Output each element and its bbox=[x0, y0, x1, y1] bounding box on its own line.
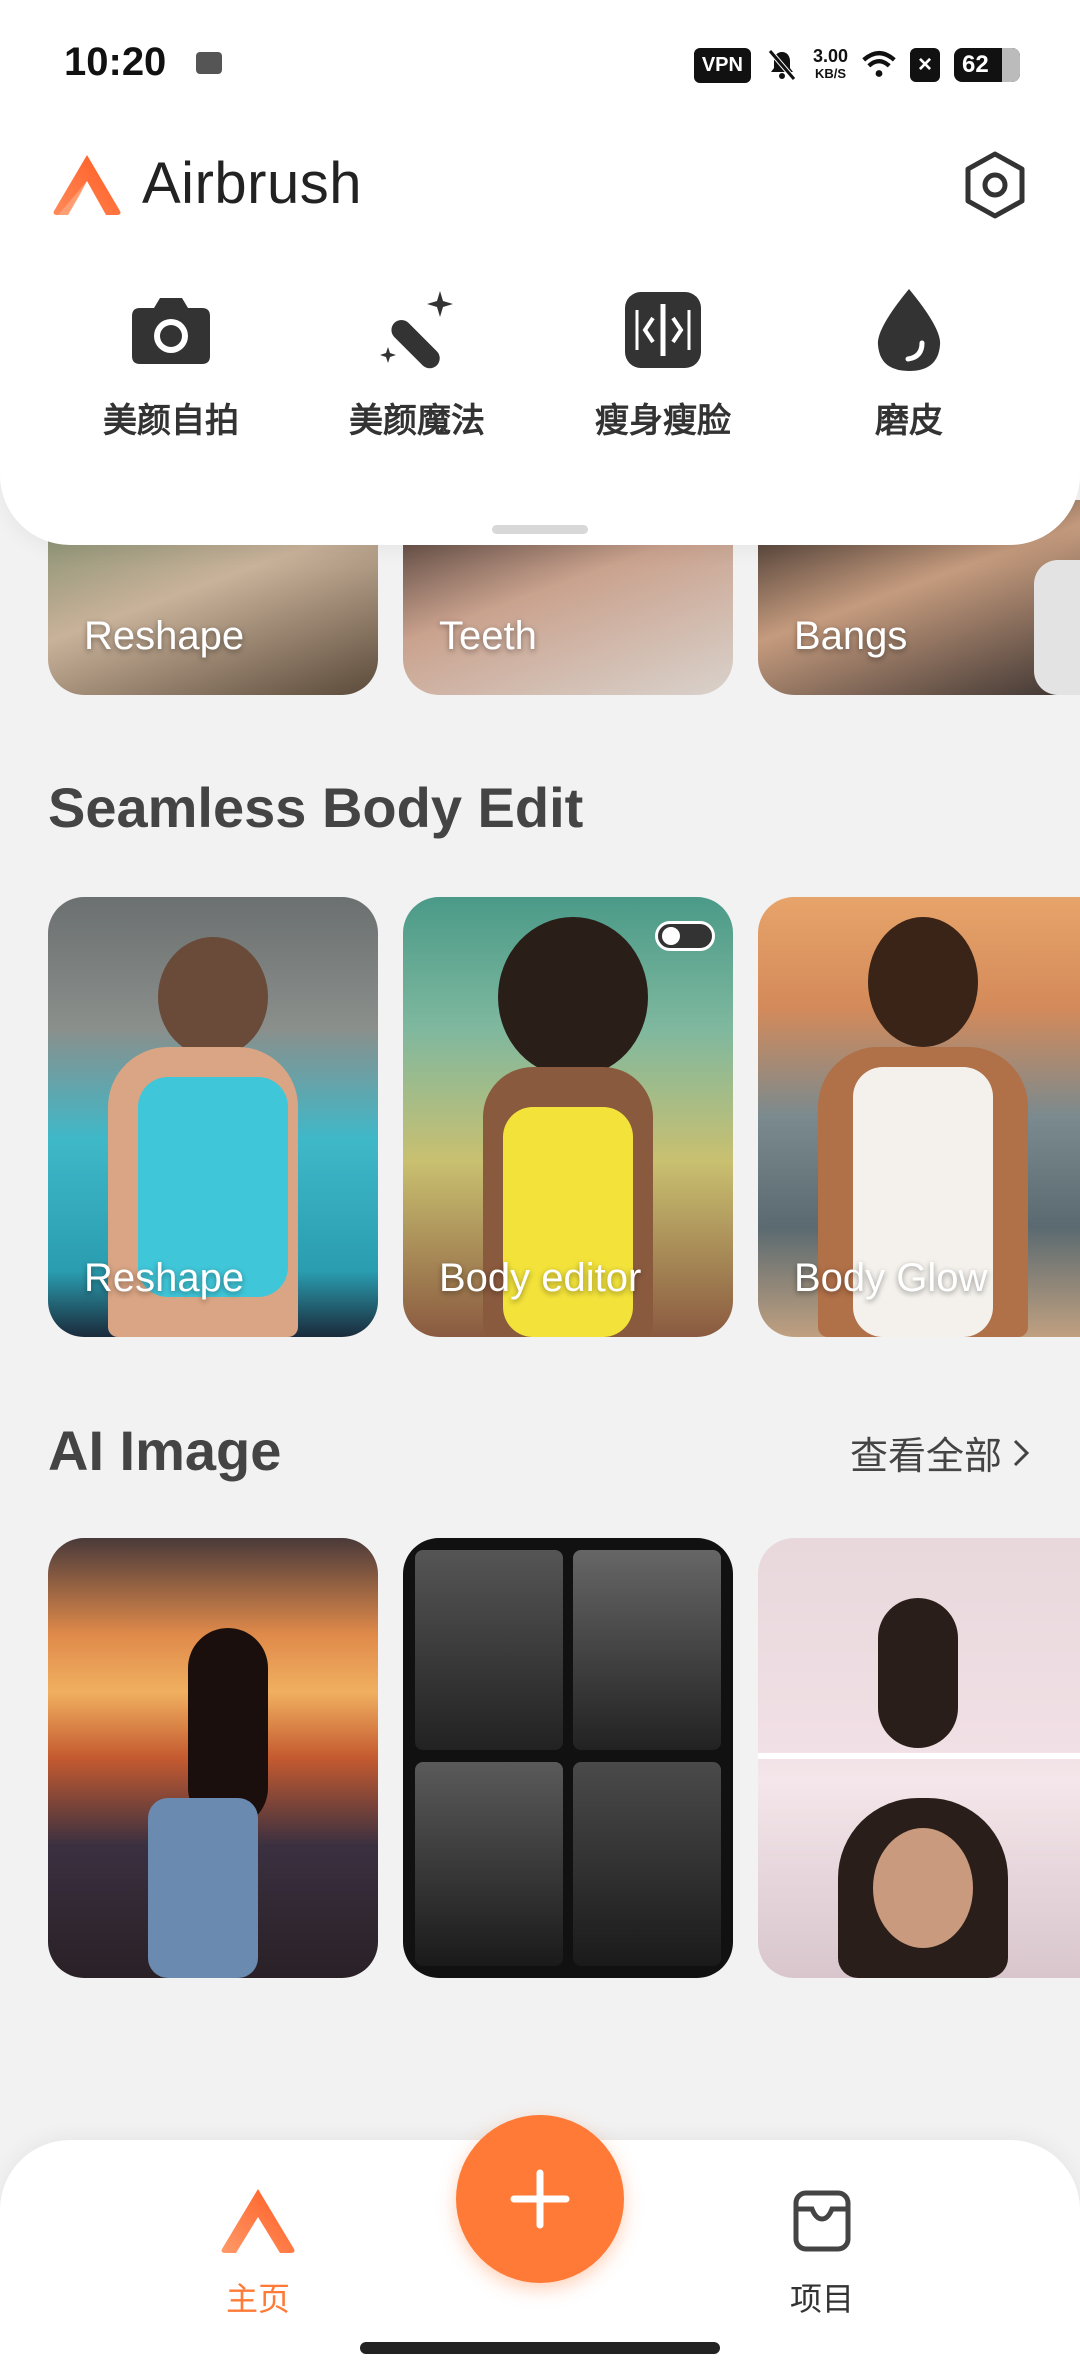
tool-label: 磨皮 bbox=[875, 401, 943, 441]
person-head bbox=[158, 937, 268, 1057]
body-card-reshape[interactable]: Reshape bbox=[48, 897, 378, 1337]
section-title-ai: AI Image bbox=[48, 1419, 282, 1482]
card-label: Bangs bbox=[794, 614, 908, 658]
before-after-toggle[interactable] bbox=[655, 921, 715, 951]
tool-beauty-magic[interactable]: 美颜魔法 bbox=[294, 285, 540, 442]
side-pull-tab[interactable] bbox=[1034, 560, 1080, 695]
person-head bbox=[868, 917, 978, 1047]
view-all-link[interactable]: 查看全部 bbox=[850, 1425, 1030, 1480]
airbrush-logo-icon bbox=[53, 154, 121, 215]
section-title-body: Seamless Body Edit bbox=[48, 776, 584, 839]
nav-projects[interactable]: 项目 bbox=[742, 2185, 902, 2320]
tool-beauty-selfie[interactable]: 美颜自拍 bbox=[48, 285, 294, 442]
card-label: Reshape bbox=[84, 1256, 245, 1300]
status-time: 10:20 bbox=[64, 40, 167, 84]
ai-card-photobooth[interactable] bbox=[403, 1538, 733, 1978]
droplet-icon bbox=[864, 285, 954, 375]
nav-home[interactable]: 主页 bbox=[178, 2185, 338, 2320]
vpn-icon: VPN bbox=[693, 47, 751, 83]
body-card-body-editor[interactable]: Body editor bbox=[403, 897, 733, 1337]
panel-drag-handle[interactable] bbox=[492, 525, 588, 534]
nav-label: 项目 bbox=[789, 2280, 854, 2318]
home-airbrush-icon bbox=[221, 2189, 295, 2253]
tool-label: 美颜魔法 bbox=[349, 401, 485, 441]
person-top bbox=[878, 1598, 958, 1748]
body-card-body-glow[interactable]: Body Glow bbox=[758, 897, 1080, 1337]
no-sim-icon: × bbox=[910, 48, 940, 82]
jeans bbox=[148, 1798, 258, 1978]
tool-slim-body[interactable]: 瘦身瘦脸 bbox=[540, 285, 786, 442]
tool-label: 美颜自拍 bbox=[103, 401, 239, 441]
camera-icon bbox=[126, 285, 216, 375]
mute-bell-icon bbox=[765, 48, 799, 82]
status-icons: VPN 3.00 KB/S × 62 bbox=[693, 40, 1020, 90]
slim-body-icon bbox=[618, 285, 708, 375]
wifi-icon bbox=[862, 48, 896, 82]
photo-frame bbox=[573, 1762, 721, 1966]
tool-smooth-skin[interactable]: 磨皮 bbox=[786, 285, 1032, 442]
notification-app-icon bbox=[196, 52, 222, 74]
settings-gear-icon[interactable] bbox=[960, 150, 1030, 220]
person-head bbox=[498, 917, 648, 1077]
photo-frame bbox=[415, 1762, 563, 1966]
magic-wand-icon bbox=[372, 285, 462, 375]
card-label: Body Glow bbox=[794, 1256, 988, 1300]
photo-divider bbox=[758, 1753, 1080, 1759]
chevron-right-icon bbox=[1013, 1439, 1030, 1466]
quick-tools: 美颜自拍 美颜魔法 瘦身瘦脸 磨皮 bbox=[48, 285, 1032, 442]
photo-frame bbox=[415, 1550, 563, 1750]
ai-card-cherry-blossom[interactable] bbox=[758, 1538, 1080, 1978]
face bbox=[873, 1828, 973, 1948]
photo-frame bbox=[573, 1550, 721, 1750]
create-plus-button[interactable] bbox=[456, 2115, 624, 2283]
tool-label: 瘦身瘦脸 bbox=[595, 401, 731, 441]
app-title: Airbrush bbox=[142, 151, 362, 216]
yellow-dress bbox=[503, 1107, 633, 1337]
battery-icon: 62 bbox=[954, 48, 1020, 82]
plus-icon bbox=[510, 2169, 570, 2229]
gesture-bar[interactable] bbox=[360, 2342, 720, 2354]
status-bar: 10:20 VPN 3.00 KB/S × 62 bbox=[0, 0, 1080, 125]
card-label: Reshape bbox=[84, 614, 245, 658]
projects-box-icon bbox=[793, 2190, 851, 2252]
network-speed: 3.00 KB/S bbox=[812, 46, 848, 81]
view-all-label: 查看全部 bbox=[849, 1434, 1002, 1478]
card-label: Body editor bbox=[439, 1256, 642, 1300]
brand: Airbrush bbox=[50, 150, 362, 217]
card-label: Teeth bbox=[439, 614, 537, 658]
ai-card-sunset[interactable] bbox=[48, 1538, 378, 1978]
nav-label: 主页 bbox=[225, 2280, 290, 2318]
